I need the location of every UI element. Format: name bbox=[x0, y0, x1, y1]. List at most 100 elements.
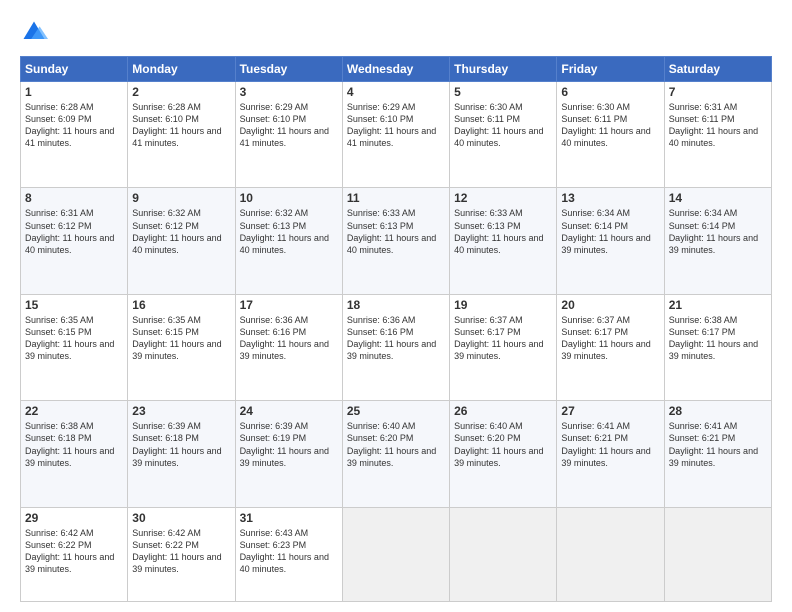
day-number: 16 bbox=[132, 298, 230, 312]
calendar-day-header: Monday bbox=[128, 57, 235, 82]
calendar-cell: 1 Sunrise: 6:28 AMSunset: 6:09 PMDaylight… bbox=[21, 82, 128, 188]
day-number: 17 bbox=[240, 298, 338, 312]
day-info: Sunrise: 6:34 AMSunset: 6:14 PMDaylight:… bbox=[561, 207, 659, 256]
day-info: Sunrise: 6:31 AMSunset: 6:12 PMDaylight:… bbox=[25, 207, 123, 256]
day-info: Sunrise: 6:28 AMSunset: 6:10 PMDaylight:… bbox=[132, 101, 230, 150]
day-number: 11 bbox=[347, 191, 445, 205]
calendar-cell bbox=[664, 507, 771, 601]
day-info: Sunrise: 6:40 AMSunset: 6:20 PMDaylight:… bbox=[454, 420, 552, 469]
day-info: Sunrise: 6:35 AMSunset: 6:15 PMDaylight:… bbox=[132, 314, 230, 363]
day-number: 9 bbox=[132, 191, 230, 205]
calendar-cell: 27Sunrise: 6:41 AMSunset: 6:21 PMDayligh… bbox=[557, 401, 664, 507]
calendar-cell: 7 Sunrise: 6:31 AMSunset: 6:11 PMDaylight… bbox=[664, 82, 771, 188]
day-info: Sunrise: 6:32 AMSunset: 6:13 PMDaylight:… bbox=[240, 207, 338, 256]
day-number: 4 bbox=[347, 85, 445, 99]
logo bbox=[20, 18, 52, 46]
page: SundayMondayTuesdayWednesdayThursdayFrid… bbox=[0, 0, 792, 612]
calendar-cell bbox=[557, 507, 664, 601]
day-info: Sunrise: 6:33 AMSunset: 6:13 PMDaylight:… bbox=[347, 207, 445, 256]
calendar-cell: 10 Sunrise: 6:32 AMSunset: 6:13 PMDayligh… bbox=[235, 188, 342, 294]
day-number: 22 bbox=[25, 404, 123, 418]
day-info: Sunrise: 6:42 AMSunset: 6:22 PMDaylight:… bbox=[25, 527, 123, 576]
calendar-week-row: 15Sunrise: 6:35 AMSunset: 6:15 PMDayligh… bbox=[21, 294, 772, 400]
day-info: Sunrise: 6:33 AMSunset: 6:13 PMDaylight:… bbox=[454, 207, 552, 256]
day-number: 24 bbox=[240, 404, 338, 418]
day-info: Sunrise: 6:42 AMSunset: 6:22 PMDaylight:… bbox=[132, 527, 230, 576]
calendar-week-row: 29 Sunrise: 6:42 AMSunset: 6:22 PMDayligh… bbox=[21, 507, 772, 601]
day-number: 6 bbox=[561, 85, 659, 99]
day-number: 10 bbox=[240, 191, 338, 205]
day-info: Sunrise: 6:43 AMSunset: 6:23 PMDaylight:… bbox=[240, 527, 338, 576]
day-info: Sunrise: 6:30 AMSunset: 6:11 PMDaylight:… bbox=[561, 101, 659, 150]
day-number: 23 bbox=[132, 404, 230, 418]
calendar-cell bbox=[450, 507, 557, 601]
calendar-cell: 14 Sunrise: 6:34 AMSunset: 6:14 PMDayligh… bbox=[664, 188, 771, 294]
calendar-cell: 20 Sunrise: 6:37 AMSunset: 6:17 PMDayligh… bbox=[557, 294, 664, 400]
day-number: 2 bbox=[132, 85, 230, 99]
day-info: Sunrise: 6:38 AMSunset: 6:18 PMDaylight:… bbox=[25, 420, 123, 469]
header bbox=[20, 18, 772, 46]
calendar-cell: 28 Sunrise: 6:41 AMSunset: 6:21 PMDayligh… bbox=[664, 401, 771, 507]
calendar-day-header: Sunday bbox=[21, 57, 128, 82]
calendar-day-header: Saturday bbox=[664, 57, 771, 82]
calendar-week-row: 22 Sunrise: 6:38 AMSunset: 6:18 PMDayligh… bbox=[21, 401, 772, 507]
calendar-cell: 26 Sunrise: 6:40 AMSunset: 6:20 PMDayligh… bbox=[450, 401, 557, 507]
calendar-table: SundayMondayTuesdayWednesdayThursdayFrid… bbox=[20, 56, 772, 602]
day-info: Sunrise: 6:37 AMSunset: 6:17 PMDaylight:… bbox=[561, 314, 659, 363]
calendar-cell: 29 Sunrise: 6:42 AMSunset: 6:22 PMDayligh… bbox=[21, 507, 128, 601]
day-number: 30 bbox=[132, 511, 230, 525]
day-number: 20 bbox=[561, 298, 659, 312]
calendar-cell: 25Sunrise: 6:40 AMSunset: 6:20 PMDayligh… bbox=[342, 401, 449, 507]
day-number: 12 bbox=[454, 191, 552, 205]
day-number: 5 bbox=[454, 85, 552, 99]
calendar-cell: 23Sunrise: 6:39 AMSunset: 6:18 PMDayligh… bbox=[128, 401, 235, 507]
calendar-cell: 24 Sunrise: 6:39 AMSunset: 6:19 PMDayligh… bbox=[235, 401, 342, 507]
day-info: Sunrise: 6:36 AMSunset: 6:16 PMDaylight:… bbox=[347, 314, 445, 363]
day-number: 13 bbox=[561, 191, 659, 205]
calendar-week-row: 1 Sunrise: 6:28 AMSunset: 6:09 PMDaylight… bbox=[21, 82, 772, 188]
calendar-cell: 9 Sunrise: 6:32 AMSunset: 6:12 PMDaylight… bbox=[128, 188, 235, 294]
calendar-cell: 17 Sunrise: 6:36 AMSunset: 6:16 PMDayligh… bbox=[235, 294, 342, 400]
calendar-cell bbox=[342, 507, 449, 601]
calendar-cell: 6 Sunrise: 6:30 AMSunset: 6:11 PMDaylight… bbox=[557, 82, 664, 188]
calendar-week-row: 8 Sunrise: 6:31 AMSunset: 6:12 PMDaylight… bbox=[21, 188, 772, 294]
day-number: 8 bbox=[25, 191, 123, 205]
day-number: 29 bbox=[25, 511, 123, 525]
day-info: Sunrise: 6:38 AMSunset: 6:17 PMDaylight:… bbox=[669, 314, 767, 363]
calendar-day-header: Tuesday bbox=[235, 57, 342, 82]
calendar-day-header: Wednesday bbox=[342, 57, 449, 82]
day-info: Sunrise: 6:35 AMSunset: 6:15 PMDaylight:… bbox=[25, 314, 123, 363]
calendar-cell: 30 Sunrise: 6:42 AMSunset: 6:22 PMDayligh… bbox=[128, 507, 235, 601]
day-number: 27 bbox=[561, 404, 659, 418]
day-info: Sunrise: 6:29 AMSunset: 6:10 PMDaylight:… bbox=[347, 101, 445, 150]
calendar-cell: 4 Sunrise: 6:29 AMSunset: 6:10 PMDaylight… bbox=[342, 82, 449, 188]
calendar-cell: 16 Sunrise: 6:35 AMSunset: 6:15 PMDayligh… bbox=[128, 294, 235, 400]
calendar-cell: 2 Sunrise: 6:28 AMSunset: 6:10 PMDaylight… bbox=[128, 82, 235, 188]
calendar-cell: 18 Sunrise: 6:36 AMSunset: 6:16 PMDayligh… bbox=[342, 294, 449, 400]
day-info: Sunrise: 6:28 AMSunset: 6:09 PMDaylight:… bbox=[25, 101, 123, 150]
day-number: 18 bbox=[347, 298, 445, 312]
logo-icon bbox=[20, 18, 48, 46]
day-info: Sunrise: 6:36 AMSunset: 6:16 PMDaylight:… bbox=[240, 314, 338, 363]
day-number: 28 bbox=[669, 404, 767, 418]
day-number: 26 bbox=[454, 404, 552, 418]
day-number: 1 bbox=[25, 85, 123, 99]
calendar-cell: 31Sunrise: 6:43 AMSunset: 6:23 PMDayligh… bbox=[235, 507, 342, 601]
calendar-cell: 15Sunrise: 6:35 AMSunset: 6:15 PMDayligh… bbox=[21, 294, 128, 400]
day-info: Sunrise: 6:41 AMSunset: 6:21 PMDaylight:… bbox=[669, 420, 767, 469]
day-number: 14 bbox=[669, 191, 767, 205]
day-info: Sunrise: 6:39 AMSunset: 6:19 PMDaylight:… bbox=[240, 420, 338, 469]
day-number: 7 bbox=[669, 85, 767, 99]
day-info: Sunrise: 6:37 AMSunset: 6:17 PMDaylight:… bbox=[454, 314, 552, 363]
calendar-cell: 11 Sunrise: 6:33 AMSunset: 6:13 PMDayligh… bbox=[342, 188, 449, 294]
calendar-cell: 21 Sunrise: 6:38 AMSunset: 6:17 PMDayligh… bbox=[664, 294, 771, 400]
calendar-cell: 3Sunrise: 6:29 AMSunset: 6:10 PMDaylight… bbox=[235, 82, 342, 188]
day-info: Sunrise: 6:32 AMSunset: 6:12 PMDaylight:… bbox=[132, 207, 230, 256]
calendar-day-header: Friday bbox=[557, 57, 664, 82]
calendar-day-header: Thursday bbox=[450, 57, 557, 82]
calendar-header-row: SundayMondayTuesdayWednesdayThursdayFrid… bbox=[21, 57, 772, 82]
day-info: Sunrise: 6:34 AMSunset: 6:14 PMDaylight:… bbox=[669, 207, 767, 256]
day-number: 21 bbox=[669, 298, 767, 312]
day-number: 3 bbox=[240, 85, 338, 99]
day-info: Sunrise: 6:31 AMSunset: 6:11 PMDaylight:… bbox=[669, 101, 767, 150]
